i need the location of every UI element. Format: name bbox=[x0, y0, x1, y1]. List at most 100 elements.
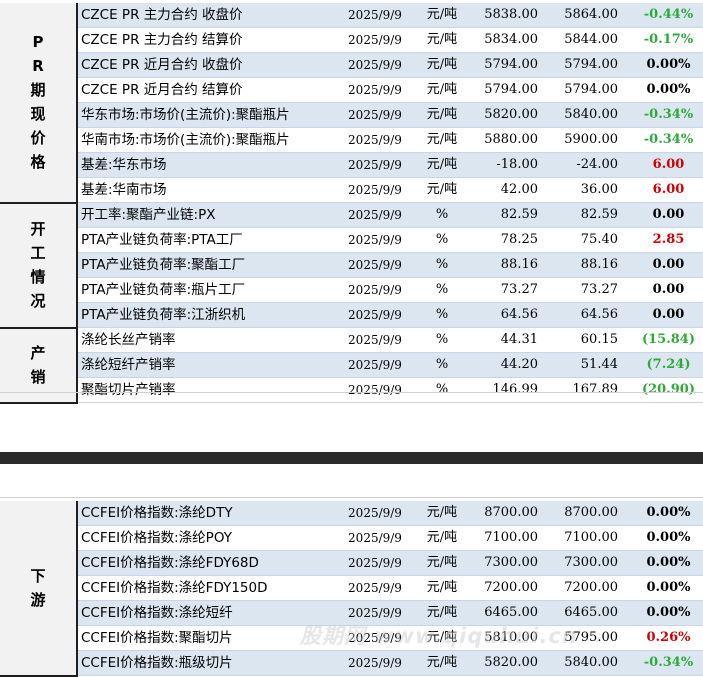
change-value: 0.00 bbox=[634, 277, 703, 303]
previous-value: 5900.00 bbox=[552, 127, 634, 153]
bottom-data-table: 下游 CCFEI价格指数:涤纶DTY 2025/9/9 元/吨 8700.00 8700.… bbox=[0, 501, 703, 677]
table-row: CCFEI价格指数:涤纶FDY68D 2025/9/9 元/吨 7300.00 7300… bbox=[0, 550, 703, 576]
table-row: 涤纶短纤产销率 2025/9/9% 44.20 51.44 (7.24) bbox=[0, 352, 703, 378]
change-value: (7.24) bbox=[634, 352, 703, 378]
date-cell: 2025/9/9 bbox=[332, 650, 418, 676]
current-value: 5810.00 bbox=[466, 625, 552, 651]
current-value: 5834.00 bbox=[466, 27, 552, 53]
table-row: 产销 涤纶长丝产销率 2025/9/9% 44.31 60.15 (15.84) bbox=[0, 327, 703, 404]
section-divider bbox=[0, 497, 703, 498]
unit-cell: 元/吨 bbox=[418, 127, 466, 153]
unit-cell: 元/吨 bbox=[418, 650, 466, 676]
table-row: 开工情况 开工率:聚酯产业链:PX 2025/9/9% 82.59 82.59 0.00 bbox=[0, 202, 703, 329]
indicator-name: CCFEI价格指数:涤纶短纤 bbox=[77, 600, 332, 626]
change-value: 0.00% bbox=[634, 52, 703, 78]
unit-cell: 元/吨 bbox=[418, 525, 466, 551]
change-value: -0.34% bbox=[634, 650, 703, 676]
unit-cell: % bbox=[418, 352, 466, 378]
unit-cell: 元/吨 bbox=[418, 575, 466, 601]
table-row: PTA产业链负荷率:聚酯工厂 2025/9/9% 88.16 88.16 0.00 bbox=[0, 252, 703, 278]
table-row: CZCE PR 近月合约 收盘价 2025/9/9 元/吨 5794.00 5794.0… bbox=[0, 52, 703, 78]
date-cell: 2025/9/9 bbox=[332, 227, 418, 253]
current-value: 73.27 bbox=[466, 277, 552, 303]
category-label: PR期现价格 bbox=[0, 3, 78, 204]
indicator-name: 华东市场:市场价(主流价):聚酯瓶片 bbox=[77, 102, 332, 128]
table-row: PTA产业链负荷率:瓶片工厂 2025/9/9% 73.27 73.27 0.00 bbox=[0, 277, 703, 303]
previous-value: 6465.00 bbox=[552, 600, 634, 626]
indicator-name: CCFEI价格指数:涤纶POY bbox=[77, 525, 332, 551]
unit-cell: % bbox=[418, 277, 466, 303]
indicator-name: 基差:华南市场 bbox=[77, 177, 332, 203]
date-cell: 2025/9/9 bbox=[332, 127, 418, 153]
unit-cell: 元/吨 bbox=[418, 27, 466, 53]
change-value: 0.00% bbox=[634, 501, 703, 526]
category-text: 下游 bbox=[30, 566, 46, 609]
indicator-name: CCFEI价格指数:瓶级切片 bbox=[77, 650, 332, 676]
unit-cell: 元/吨 bbox=[418, 52, 466, 78]
date-cell: 2025/9/9 bbox=[332, 52, 418, 78]
previous-value: 75.40 bbox=[552, 227, 634, 253]
date-cell: 2025/9/9 bbox=[332, 152, 418, 178]
current-value: 7300.00 bbox=[466, 550, 552, 576]
current-value: 7100.00 bbox=[466, 525, 552, 551]
previous-value: 5840.00 bbox=[552, 102, 634, 128]
date-cell: 2025/9/9 bbox=[332, 102, 418, 128]
current-value: 7200.00 bbox=[466, 575, 552, 601]
unit-cell: % bbox=[418, 302, 466, 328]
table-row: CZCE PR 近月合约 结算价 2025/9/9 元/吨 5794.00 5794.0… bbox=[0, 77, 703, 103]
previous-value: 36.00 bbox=[552, 177, 634, 203]
current-value: 82.59 bbox=[466, 202, 552, 228]
previous-value: 5795.00 bbox=[552, 625, 634, 651]
indicator-name: PTA产业链负荷率:江浙织机 bbox=[77, 302, 332, 328]
current-value: 5838.00 bbox=[466, 3, 552, 28]
date-cell: 2025/9/9 bbox=[332, 302, 418, 328]
table-row: PTA产业链负荷率:PTA工厂 2025/9/9% 78.25 75.40 2.85 bbox=[0, 227, 703, 253]
table-row: PR期现价格 CZCE PR 主力合约 收盘价 2025/9/9 元/吨 5838.00… bbox=[0, 3, 703, 204]
unit-cell: 元/吨 bbox=[418, 600, 466, 626]
current-value: 44.20 bbox=[466, 352, 552, 378]
indicator-name: 开工率:聚酯产业链:PX bbox=[77, 202, 332, 228]
current-value: 5880.00 bbox=[466, 127, 552, 153]
indicator-name: 聚酯切片产销率 bbox=[77, 377, 332, 403]
change-value: (20.90) bbox=[634, 377, 703, 403]
change-value: -0.34% bbox=[634, 127, 703, 153]
change-value: 0.26% bbox=[634, 625, 703, 651]
indicator-name: CZCE PR 近月合约 收盘价 bbox=[77, 52, 332, 78]
change-value: 0.00% bbox=[634, 600, 703, 626]
current-value: 5794.00 bbox=[466, 77, 552, 103]
current-value: 5794.00 bbox=[466, 52, 552, 78]
table-row: 华东市场:市场价(主流价):聚酯瓶片 2025/9/9 元/吨 5820.00 5840… bbox=[0, 102, 703, 128]
indicator-name: CCFEI价格指数:涤纶FDY68D bbox=[77, 550, 332, 576]
change-value: 0.00% bbox=[634, 525, 703, 551]
date-cell: 2025/9/9 bbox=[332, 202, 418, 228]
previous-value: 5844.00 bbox=[552, 27, 634, 53]
previous-value: 7200.00 bbox=[552, 575, 634, 601]
current-value: 6465.00 bbox=[466, 600, 552, 626]
previous-value: 167.89 bbox=[552, 377, 634, 403]
category-label: 开工情况 bbox=[0, 202, 78, 329]
unit-cell: % bbox=[418, 252, 466, 278]
indicator-name: CZCE PR 主力合约 收盘价 bbox=[77, 3, 332, 28]
unit-cell: % bbox=[418, 377, 466, 403]
table-row: CCFEI价格指数:涤纶POY 2025/9/9 元/吨 7100.00 7100.00… bbox=[0, 525, 703, 551]
unit-cell: 元/吨 bbox=[418, 3, 466, 28]
unit-cell: 元/吨 bbox=[418, 501, 466, 526]
table-row: CCFEI价格指数:涤纶短纤 2025/9/9 元/吨 6465.00 6465.00 0… bbox=[0, 600, 703, 626]
unit-cell: 元/吨 bbox=[418, 152, 466, 178]
table-row: CCFEI价格指数:涤纶FDY150D 2025/9/9 元/吨 7200.00 720… bbox=[0, 575, 703, 601]
change-value: 6.00 bbox=[634, 152, 703, 178]
previous-value: 5840.00 bbox=[552, 650, 634, 676]
previous-value: 5794.00 bbox=[552, 77, 634, 103]
date-cell: 2025/9/9 bbox=[332, 3, 418, 28]
unit-cell: 元/吨 bbox=[418, 625, 466, 651]
date-cell: 2025/9/9 bbox=[332, 625, 418, 651]
table-row: 下游 CCFEI价格指数:涤纶DTY 2025/9/9 元/吨 8700.00 8700.… bbox=[0, 501, 703, 677]
table-row: 基差:华南市场 2025/9/9 元/吨 42.00 36.00 6.00 bbox=[0, 177, 703, 203]
indicator-name: 华南市场:市场价(主流价):聚酯瓶片 bbox=[77, 127, 332, 153]
top-data-table: PR期现价格 CZCE PR 主力合约 收盘价 2025/9/9 元/吨 5838.00… bbox=[0, 3, 703, 404]
change-value: 0.00% bbox=[634, 575, 703, 601]
date-cell: 2025/9/9 bbox=[332, 575, 418, 601]
previous-value: 82.59 bbox=[552, 202, 634, 228]
current-value: 88.16 bbox=[466, 252, 552, 278]
date-cell: 2025/9/9 bbox=[332, 377, 418, 403]
